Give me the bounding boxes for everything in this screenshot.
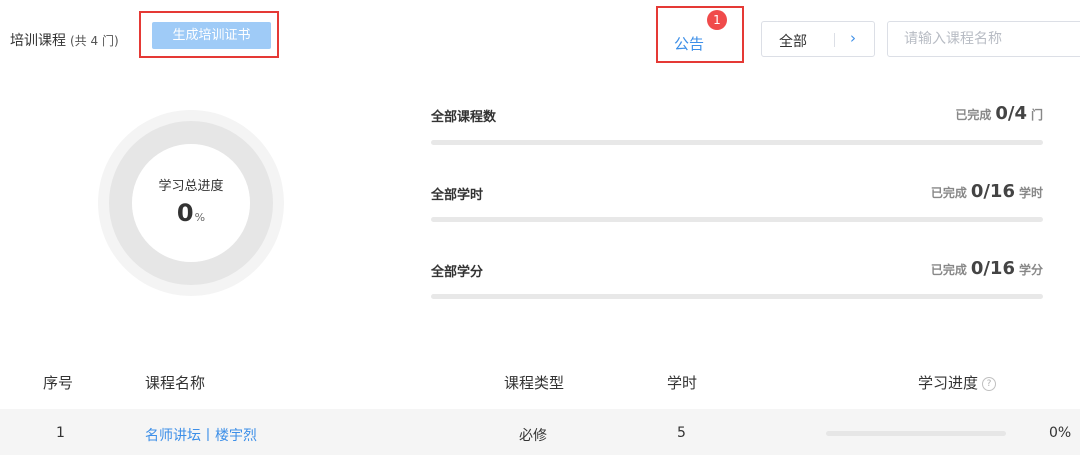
stat-credits-bar [431,294,1043,299]
column-header-type: 课程类型 [504,374,565,392]
question-circle-icon[interactable]: ? [982,376,997,391]
generate-certificate-highlight: 生成培训证书 [139,11,279,58]
column-header-progress: 学习进度? [918,372,997,393]
filter-divider [834,33,835,47]
stat-courses-label: 全部课程数 [431,110,497,125]
stat-courses-bar [431,140,1043,145]
row-progress-value: 0% [1049,425,1072,441]
stat-hours-bar [431,217,1043,222]
stat-courses-number: 0/4 [995,103,1027,124]
column-header-progress-label: 学习进度 [918,374,979,392]
stat-courses-unit: 门 [1030,108,1043,122]
total-progress-number: 0 [176,199,194,227]
total-progress-title: 学习总进度 [158,179,224,194]
generate-certificate-button[interactable]: 生成培训证书 [152,22,271,49]
stat-credits-unit: 学分 [1018,263,1043,277]
stat-credits-prefix: 已完成 [930,263,967,277]
page-title-text: 培训课程 [10,33,66,49]
course-count: (共 4 门) [70,34,119,48]
category-filter-label[interactable]: 全部 [779,31,807,51]
row-hours: 5 [677,425,686,441]
notice-highlight: 公告 1 [656,6,744,63]
stat-courses-prefix: 已完成 [955,108,992,122]
row-progress-bar [826,431,1006,436]
notice-count-badge: 1 [707,10,727,30]
row-course-type: 必修 [519,428,547,444]
stat-hours-unit: 学时 [1018,186,1043,200]
stat-hours-label: 全部学时 [431,188,484,203]
chevron-right-icon[interactable]: › [850,29,856,47]
stat-hours-number: 0/16 [970,181,1015,202]
column-header-name: 课程名称 [145,374,206,392]
stat-courses-value: 已完成 0/4 门 [955,103,1043,124]
column-header-index: 序号 [43,374,74,392]
column-header-hours: 学时 [667,374,698,392]
course-search-input[interactable] [887,21,1080,57]
stat-credits-value: 已完成 0/16 学分 [931,258,1043,279]
stat-credits-number: 0/16 [970,258,1015,279]
stat-hours-value: 已完成 0/16 学时 [931,181,1043,202]
page-title: 培训课程 (共 4 门) [10,30,119,50]
stat-hours-prefix: 已完成 [930,186,967,200]
stat-credits-label: 全部学分 [431,265,484,280]
total-progress-unit: % [194,211,206,224]
notice-link[interactable]: 公告 [674,33,704,54]
row-index: 1 [56,425,65,441]
category-filter[interactable]: 全部 › [761,21,875,57]
total-progress-value: 0% [145,199,237,227]
course-name-link[interactable]: 名师讲坛丨楼宇烈 [145,425,257,445]
